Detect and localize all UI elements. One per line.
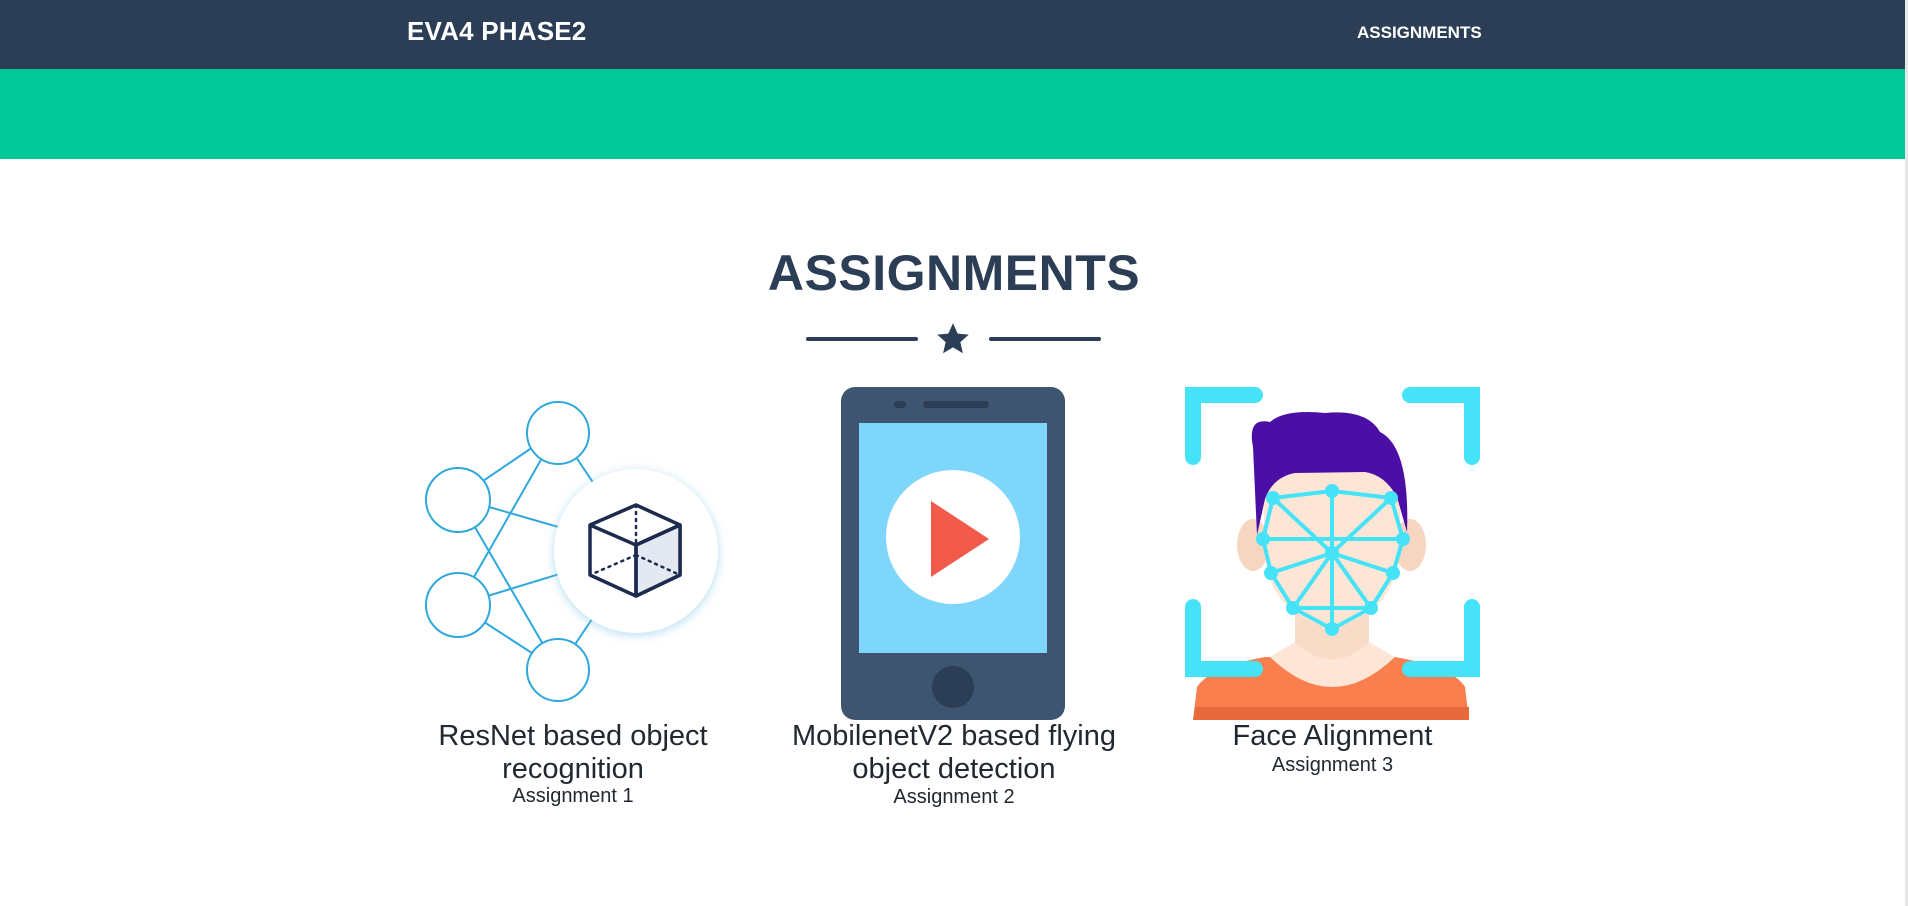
face-landmarks-icon: [1185, 387, 1480, 720]
neural-network-cube-icon: [425, 401, 718, 702]
assignment-2-subtitle: Assignment 2: [893, 786, 1015, 808]
assignment-3-subtitle: Assignment 3: [1271, 754, 1394, 776]
assignment-card-3[interactable]: Face Alignment Assignment 3: [1180, 385, 1485, 815]
brand-link[interactable]: EVA4 PHASE2: [407, 16, 586, 47]
assignment-3-title: Face Alignment: [1232, 720, 1433, 752]
assignment-1-subtitle: Assignment 1: [512, 785, 634, 807]
top-navbar: EVA4 PHASE2 ASSIGNMENTS: [0, 0, 1908, 69]
assignment-1-title: ResNet based object recognition: [438, 720, 708, 785]
nav-link-assignments[interactable]: ASSIGNMENTS: [1357, 23, 1482, 43]
divider-line-left: [806, 337, 918, 341]
section-title: ASSIGNMENTS: [767, 245, 1141, 301]
divider-line-right: [989, 337, 1101, 341]
assignment-2-title: MobilenetV2 based flying object detectio…: [791, 720, 1117, 785]
assignment-card-1[interactable]: ResNet based object recognition Assignme…: [408, 385, 738, 815]
hero-band: [0, 69, 1905, 159]
star-icon: [937, 323, 969, 354]
heading-divider: [806, 319, 1101, 359]
assignment-card-2[interactable]: MobilenetV2 based flying object detectio…: [784, 385, 1124, 815]
phone-play-icon: [841, 387, 1065, 720]
